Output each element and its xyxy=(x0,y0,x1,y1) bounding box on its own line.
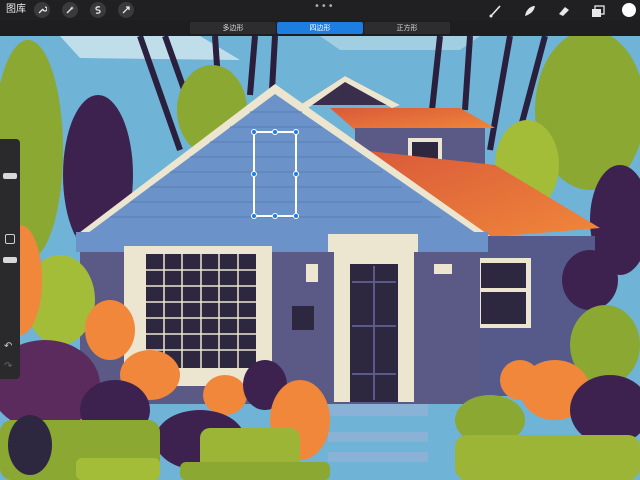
tab-polygon[interactable]: 多边形 xyxy=(190,22,276,34)
porch-step xyxy=(318,404,428,416)
hedge xyxy=(76,458,160,480)
cloud xyxy=(320,36,480,50)
wall-lamp xyxy=(434,264,452,274)
mailbox xyxy=(292,306,314,330)
redo-icon[interactable]: ↷ xyxy=(4,361,12,372)
top-toolbar: 图库 ••• xyxy=(0,0,640,20)
hedge xyxy=(180,462,330,480)
brush-sidebar: ↶ ↷ xyxy=(0,139,20,379)
undo-icon[interactable]: ↶ xyxy=(4,341,12,352)
procreate-screen: 图库 ••• 多边形 四边形 正方形 ↶ ↷ xyxy=(0,0,640,480)
porch-step xyxy=(328,432,428,442)
leaf xyxy=(8,415,52,475)
bush xyxy=(562,250,618,310)
gallery-button[interactable]: 图库 xyxy=(6,3,26,17)
brush-size-slider[interactable] xyxy=(3,173,17,179)
eyedropper-button[interactable] xyxy=(5,234,15,244)
shape-mode-bar: 多边形 四边形 正方形 xyxy=(0,20,640,36)
more-options-icon[interactable]: ••• xyxy=(314,1,335,12)
color-picker-button[interactable] xyxy=(622,3,636,17)
eraser-icon[interactable] xyxy=(556,3,572,17)
bush xyxy=(85,300,135,360)
opacity-slider[interactable] xyxy=(3,257,17,263)
layers-icon[interactable] xyxy=(590,3,606,17)
wrench-icon[interactable] xyxy=(34,2,50,18)
smudge-icon[interactable] xyxy=(522,3,538,17)
magic-wand-icon[interactable] xyxy=(62,2,78,18)
door-header xyxy=(328,234,418,252)
tab-quadrilateral[interactable]: 四边形 xyxy=(277,22,363,34)
transform-icon[interactable] xyxy=(118,2,134,18)
bush xyxy=(500,360,540,400)
porch-step xyxy=(328,452,428,462)
bush xyxy=(203,375,247,415)
side-window-glass xyxy=(481,292,526,324)
hedge xyxy=(455,435,640,480)
side-window-glass xyxy=(481,263,526,288)
selection-icon[interactable] xyxy=(90,2,106,18)
brush-icon[interactable] xyxy=(488,3,504,18)
drawing-canvas[interactable] xyxy=(0,36,640,480)
wall-lamp xyxy=(306,264,318,282)
tab-square[interactable]: 正方形 xyxy=(364,22,450,34)
